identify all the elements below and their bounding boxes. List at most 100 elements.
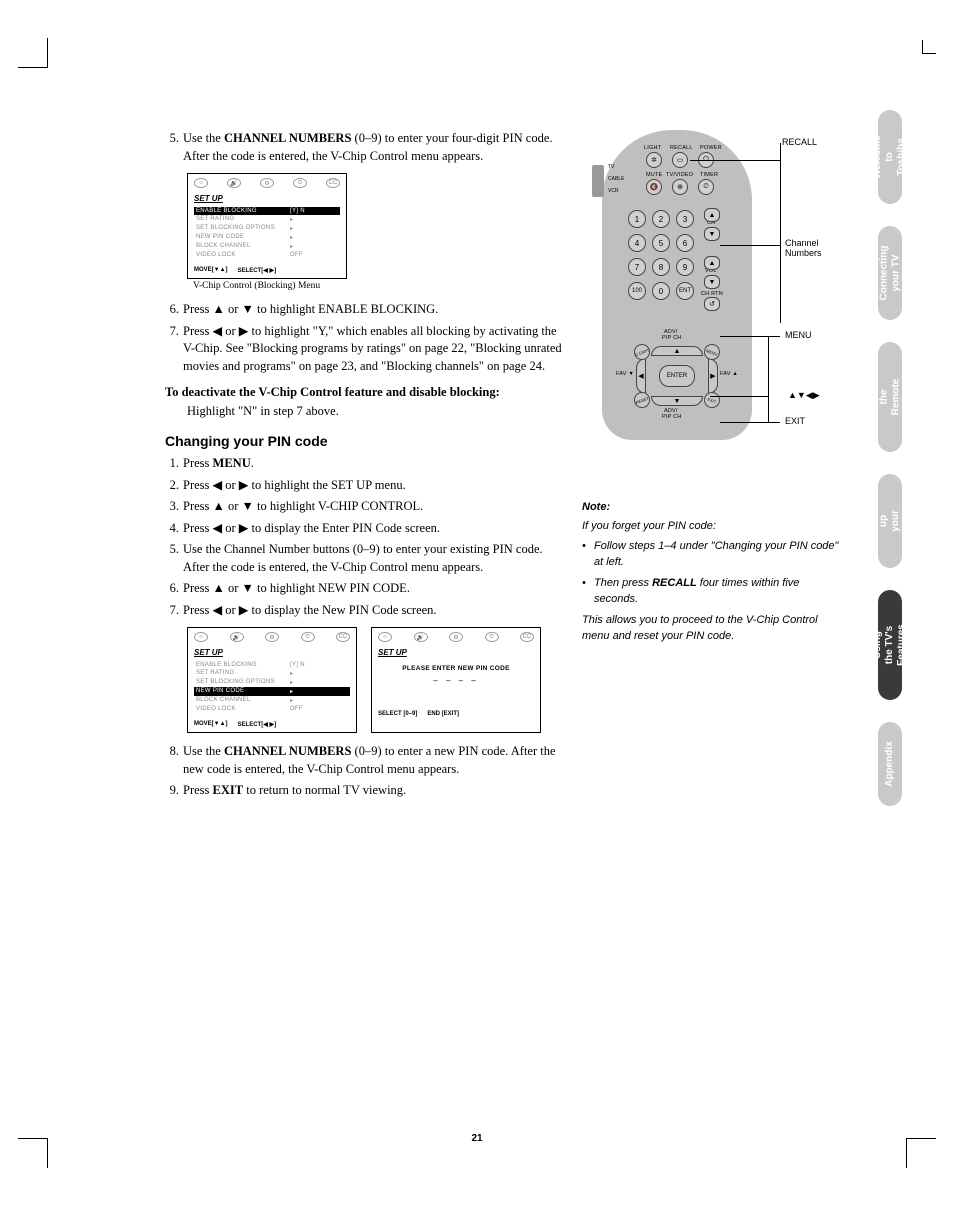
callout-exit: EXIT bbox=[785, 416, 805, 426]
ent-button: ENT bbox=[676, 282, 694, 300]
step-text: Use the CHANNEL NUMBERS (0–9) to enter y… bbox=[183, 130, 565, 165]
chrtn-button: ↺ bbox=[704, 297, 720, 311]
osd-title: SET UP bbox=[188, 192, 346, 205]
callout-line bbox=[720, 245, 780, 246]
osd-row: VIDEO LOCKOFF bbox=[194, 705, 350, 713]
osd-tab-icon: ☼ bbox=[194, 178, 208, 188]
osd-tab-icon: 🔊 bbox=[227, 178, 241, 188]
ch-down-button: ▼ bbox=[704, 227, 720, 241]
step-b6: 6.Press ▲ or ▼ to highlight NEW PIN CODE… bbox=[165, 580, 565, 598]
label-pipch-bot: PIP CH bbox=[662, 414, 681, 420]
vol-up-button: ▲ bbox=[704, 256, 720, 270]
osd-icon-row: ☼ 🔊 ⚙ ⏲ CC bbox=[188, 628, 356, 646]
osd-row-new-pin-code: NEW PIN CODE▸ bbox=[194, 233, 340, 242]
osd-row-set-blocking-options: SET BLOCKING OPTIONS▸ bbox=[194, 224, 340, 233]
num-8-button: 8 bbox=[652, 258, 670, 276]
num-7-button: 7 bbox=[628, 258, 646, 276]
osd-tab-icon: 🔊 bbox=[414, 632, 428, 642]
note-heading: Note: bbox=[582, 500, 842, 516]
reset-button: RESET bbox=[632, 390, 653, 411]
num-2-button: 2 bbox=[652, 210, 670, 228]
osd-caption: V-Chip Control (Blocking) Menu bbox=[193, 281, 565, 291]
tab-welcome: Welcome to Toshiba bbox=[878, 110, 902, 204]
num-6-button: 6 bbox=[676, 234, 694, 252]
osd-tab-icon: ⏲ bbox=[485, 632, 499, 642]
label-timer: TIMER bbox=[700, 172, 718, 178]
remote-control: TV CABLE VCR LIGHT RECALL POWER ✲ ▭ ⏻ MU… bbox=[602, 130, 752, 440]
remote-diagram: TV CABLE VCR LIGHT RECALL POWER ✲ ▭ ⏻ MU… bbox=[582, 130, 842, 460]
steps-list-b2: 8.Use the CHANNEL NUMBERS (0–9) to enter… bbox=[165, 743, 565, 800]
osd-row-block-channel: BLOCK CHANNEL▸ bbox=[194, 242, 340, 251]
num-5-button: 5 bbox=[652, 234, 670, 252]
osd-pin-slots: – – – – bbox=[378, 676, 534, 685]
num-3-button: 3 bbox=[676, 210, 694, 228]
osd-footer: MOVE[▼▲]SELECT[◀ ▶] bbox=[188, 263, 346, 278]
crop-mark bbox=[18, 38, 48, 68]
callout-line bbox=[780, 143, 781, 323]
note-intro: If you forget your PIN code: bbox=[582, 519, 842, 535]
callout-line bbox=[768, 336, 769, 422]
osd-row: SET BLOCKING OPTIONS▸ bbox=[194, 678, 350, 687]
step-5: 5. Use the CHANNEL NUMBERS (0–9) to ente… bbox=[165, 130, 565, 165]
label-light: LIGHT bbox=[644, 145, 661, 151]
osd-body: PLEASE ENTER NEW PIN CODE – – – – bbox=[372, 659, 540, 707]
dpad-down: ▼ bbox=[651, 396, 703, 406]
section-heading-change-pin: Changing your PIN code bbox=[165, 433, 565, 449]
step-b1: 1.Press MENU. bbox=[165, 455, 565, 473]
osd-footer: SELECT [0–9]END [EXIT] bbox=[372, 707, 540, 721]
label-tvvideo: TV/VIDEO bbox=[666, 172, 693, 178]
tvvideo-button: ⊕ bbox=[672, 179, 688, 195]
timer-button: ⏲ bbox=[698, 179, 714, 195]
osd-body: ENABLE BLOCKING[Y] N SET RATING▸ SET BLO… bbox=[188, 659, 356, 717]
osd-enter-new-pin: ☼ 🔊 ⚙ ⏲ CC SET UP PLEASE ENTER NEW PIN C… bbox=[371, 627, 541, 733]
num-1-button: 1 bbox=[628, 210, 646, 228]
tab-remote: Using the Remote Control bbox=[878, 342, 902, 452]
osd-row-set-rating: SET RATING▸ bbox=[194, 215, 340, 224]
osd-tab-cc-icon: CC bbox=[520, 632, 534, 642]
switch-label-tv: TV bbox=[608, 164, 614, 170]
callout-line bbox=[720, 336, 780, 337]
osd-row-enable-blocking: ENABLE BLOCKING[Y] N bbox=[194, 207, 340, 215]
exit-button: EXIT bbox=[702, 390, 723, 411]
label-pipch-top: PIP CH bbox=[662, 335, 681, 341]
osd-icon-row: ☼ 🔊 ⚙ ⏲ CC bbox=[188, 174, 346, 192]
dpad-right: ▶ bbox=[708, 358, 718, 394]
step-b8: 8.Use the CHANNEL NUMBERS (0–9) to enter… bbox=[165, 743, 565, 778]
tab-connecting: Connecting your TV bbox=[878, 226, 902, 320]
osd-row: BLOCK CHANNEL▸ bbox=[194, 696, 350, 705]
deactivate-text: Highlight "N" in step 7 above. bbox=[187, 404, 565, 419]
note-bullet-2: •Then press RECALL four times within fiv… bbox=[582, 576, 842, 608]
tab-features-current: Using the TV's Features bbox=[878, 590, 902, 700]
label-mute: MUTE bbox=[646, 172, 662, 178]
menu-button: MENU bbox=[702, 342, 723, 363]
label-power: POWER bbox=[700, 145, 722, 151]
callout-line bbox=[720, 422, 780, 423]
osd-row-video-lock: VIDEO LOCKOFF bbox=[194, 251, 340, 259]
osd-title: SET UP bbox=[372, 646, 540, 659]
callout-channel-numbers: Channel Numbers bbox=[785, 238, 822, 258]
ch-up-button: ▲ bbox=[704, 208, 720, 222]
step-b5: 5.Use the Channel Number buttons (0–9) t… bbox=[165, 541, 565, 576]
tab-setting-up: Setting up your TV bbox=[878, 474, 902, 568]
main-column: 5. Use the CHANNEL NUMBERS (0–9) to ente… bbox=[165, 130, 565, 804]
step-b7: 7.Press ◀ or ▶ to display the New PIN Co… bbox=[165, 602, 565, 620]
deactivate-heading: To deactivate the V-Chip Control feature… bbox=[165, 385, 565, 400]
osd-row: SET RATING▸ bbox=[194, 669, 350, 678]
callout-line bbox=[690, 160, 780, 161]
step-b9: 9.Press EXIT to return to normal TV view… bbox=[165, 782, 565, 800]
light-button: ✲ bbox=[646, 152, 662, 168]
tab-appendix: Appendix bbox=[878, 722, 902, 806]
osd-title: SET UP bbox=[188, 646, 356, 659]
callout-line bbox=[710, 396, 768, 397]
step-b2: 2.Press ◀ or ▶ to highlight the SET UP m… bbox=[165, 477, 565, 495]
recall-button: ▭ bbox=[672, 152, 688, 168]
osd-row: ENABLE BLOCKING[Y] N bbox=[194, 661, 350, 669]
osd-tab-icon: ☼ bbox=[378, 632, 392, 642]
step-7: 7.Press ◀ or ▶ to highlight "Y," which e… bbox=[165, 323, 565, 376]
osd-vchip-menu: ☼ 🔊 ⚙ ⏲ CC SET UP ENABLE BLOCKING[Y] N S… bbox=[187, 173, 347, 279]
osd-tab-icon: ⚙ bbox=[265, 632, 279, 642]
callout-recall: RECALL bbox=[782, 137, 817, 147]
callout-arrows: ▲▼◀▶ bbox=[788, 390, 820, 401]
osd-footer: MOVE[▼▲]SELECT[◀ ▶] bbox=[188, 717, 356, 732]
num-9-button: 9 bbox=[676, 258, 694, 276]
